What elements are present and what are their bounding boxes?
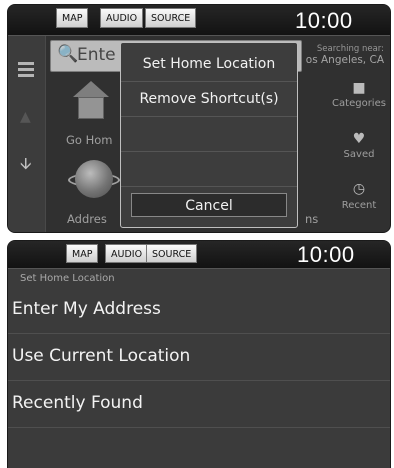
page-title: Set Home Location	[20, 273, 115, 284]
audio-button[interactable]: AUDIO	[100, 8, 144, 28]
nav-screen-main: MAP AUDIO SOURCE 10:00 ▲ 🡫 🔍 Ente Search…	[7, 4, 391, 233]
set-home-location-option[interactable]: Set Home Location	[121, 47, 297, 82]
audio-button[interactable]: AUDIO	[105, 244, 149, 263]
remove-shortcut-option[interactable]: Remove Shortcut(s)	[121, 82, 297, 117]
status-bar: MAP AUDIO SOURCE 10:00	[8, 5, 390, 36]
clock: 10:00	[295, 8, 353, 33]
popup-empty-row	[121, 152, 297, 187]
clock: 10:00	[297, 242, 355, 267]
map-button[interactable]: MAP	[56, 8, 89, 28]
list-item-label: Recently Found	[12, 393, 143, 413]
list-item-recently-found[interactable]: Recently Found	[8, 381, 390, 428]
set-home-location-screen: MAP AUDIO SOURCE 10:00 Set Home Location…	[7, 240, 391, 468]
list-item-enter-address[interactable]: Enter My Address	[8, 287, 390, 334]
source-button[interactable]: SOURCE	[146, 244, 198, 263]
source-button[interactable]: SOURCE	[145, 8, 197, 28]
status-bar: MAP AUDIO SOURCE 10:00	[8, 241, 390, 269]
list-item-label: Use Current Location	[12, 346, 191, 366]
shortcut-popup: Set Home Location Remove Shortcut(s) Can…	[120, 42, 298, 228]
list-item-label: Enter My Address	[12, 299, 161, 319]
map-button[interactable]: MAP	[66, 244, 99, 263]
list-item-current-location[interactable]: Use Current Location	[8, 334, 390, 381]
cancel-button[interactable]: Cancel	[131, 193, 287, 217]
popup-empty-row	[121, 117, 297, 152]
